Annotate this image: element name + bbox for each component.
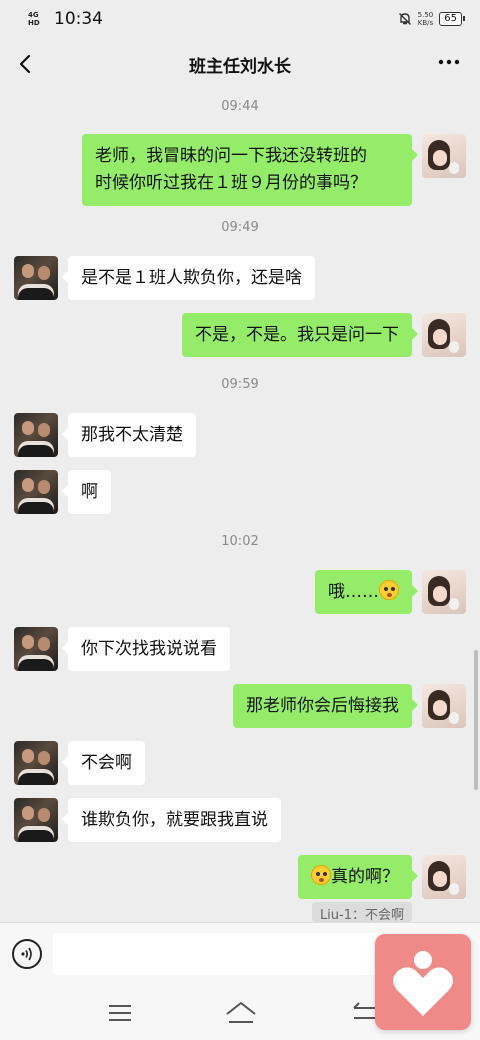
menu-icon [109, 1005, 131, 1021]
teacher-avatar[interactable] [14, 627, 58, 671]
my-avatar[interactable] [422, 855, 466, 899]
teacher-avatar[interactable] [14, 256, 58, 300]
my-avatar[interactable] [422, 134, 466, 178]
network-hd: HD [28, 19, 40, 27]
outgoing-message[interactable]: 那老师你会后悔接我 [233, 684, 418, 728]
flushed-face-emoji [311, 865, 331, 885]
home-icon [226, 1002, 256, 1023]
network-type: 4G [28, 11, 39, 19]
message-timestamp: 09:59 [221, 377, 259, 392]
battery-icon: 65 [439, 12, 465, 26]
speed-value: 5.50 [417, 11, 434, 19]
outgoing-message[interactable]: 真的啊？ [298, 855, 418, 899]
my-avatar[interactable] [422, 570, 466, 614]
message-text: 真的啊？ [331, 867, 399, 887]
incoming-message[interactable]: 谁欺负你，就要跟我直说 [62, 798, 281, 842]
message-text: 哦…… [328, 582, 379, 602]
incoming-message[interactable]: 是不是１班人欺负你，还是啥 [62, 256, 315, 300]
message-timestamp: 09:49 [221, 220, 259, 235]
floating-app-button[interactable] [375, 934, 471, 1030]
incoming-message[interactable]: 你下次找我说说看 [62, 627, 230, 671]
flushed-face-emoji [379, 580, 399, 600]
status-time: 10:34 [54, 9, 103, 29]
teacher-avatar[interactable] [14, 413, 58, 457]
message-input[interactable] [53, 933, 383, 975]
incoming-message[interactable]: 不会啊 [62, 741, 145, 785]
my-avatar[interactable] [422, 684, 466, 728]
message-line: 时候你听过我在１班９月份的事吗？ [95, 173, 367, 193]
network-indicator: 4G HD [28, 11, 50, 27]
incoming-message[interactable]: 啊 [62, 470, 111, 514]
incoming-message[interactable]: 那我不太清楚 [62, 413, 196, 457]
system-home-button[interactable] [224, 1000, 258, 1026]
quoted-message[interactable]: Liu-1：不会啊 [311, 902, 412, 922]
teacher-avatar[interactable] [14, 470, 58, 514]
my-avatar[interactable] [422, 313, 466, 357]
back-button[interactable] [12, 50, 40, 78]
outgoing-message[interactable]: 哦…… [315, 570, 418, 614]
chat-area[interactable]: 09:44 老师，我冒昧的问一下我还没转班的 时候你听过我在１班９月份的事吗？ … [0, 90, 480, 922]
voice-button[interactable] [12, 939, 42, 969]
network-speed: 5.50 KB/s [418, 11, 434, 27]
message-timestamp: 09:44 [221, 99, 259, 114]
status-bar: 4G HD 10:34 5.50 KB/s 65 [0, 0, 480, 38]
message-timestamp: 10:02 [221, 534, 259, 549]
teacher-avatar[interactable] [14, 798, 58, 842]
voice-icon [21, 947, 32, 961]
chat-header: 班主任刘水长 [0, 38, 480, 90]
status-right: 5.50 KB/s 65 [398, 11, 465, 27]
chevron-left-icon [19, 54, 31, 74]
outgoing-message[interactable]: 不是，不是。我只是问一下 [182, 313, 418, 357]
more-dots-icon [438, 59, 460, 65]
chat-title: 班主任刘水长 [189, 56, 291, 77]
message-line: 老师，我冒昧的问一下我还没转班的 [95, 146, 367, 166]
outgoing-message[interactable]: 老师，我冒昧的问一下我还没转班的 时候你听过我在１班９月份的事吗？ [82, 134, 418, 206]
system-menu-button[interactable] [108, 1002, 132, 1024]
teacher-avatar[interactable] [14, 741, 58, 785]
scrollbar[interactable] [474, 650, 478, 790]
mute-bell-icon [398, 13, 411, 25]
speed-unit: KB/s [417, 19, 434, 27]
heart-app-icon [393, 951, 453, 1016]
more-button[interactable] [434, 50, 464, 78]
